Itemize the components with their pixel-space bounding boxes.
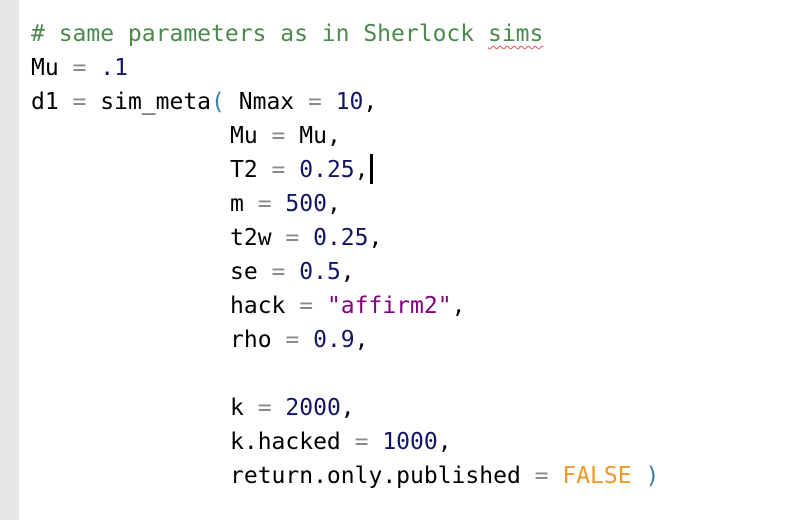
argument-name: m [230, 191, 244, 217]
arg-operator: = [285, 293, 327, 319]
numeric-value: 2000 [285, 395, 341, 421]
comma: , [363, 89, 378, 115]
assign-operator: = [58, 89, 101, 115]
string-value: "affirm2" [326, 293, 452, 319]
comma: , [437, 429, 452, 455]
comma: , [451, 293, 466, 319]
numeric-value: 0.25 [299, 157, 355, 183]
argument-name: k [230, 395, 244, 421]
numeric-value: .1 [100, 55, 128, 81]
arg-operator: = [257, 123, 300, 149]
comma: , [354, 327, 369, 353]
text-cursor [369, 154, 373, 184]
argument-name: hack [230, 293, 286, 319]
code-line-d1[interactable]: d1 = sim_meta( Nmax = 10, [31, 85, 377, 119]
arg-operator: = [271, 327, 314, 353]
code-line-mu[interactable]: Mu = .1 [31, 51, 128, 85]
code-line-arg-t2w[interactable]: t2w = 0.25, [230, 221, 382, 255]
comma: , [340, 259, 355, 285]
arg-operator: = [257, 157, 300, 183]
arg-operator: = [520, 463, 563, 489]
arg-operator: = [243, 191, 286, 217]
numeric-value: 0.25 [313, 225, 369, 251]
comment-text: # same parameters as in Sherlock [31, 21, 488, 47]
argument-name: t2w [230, 225, 272, 251]
comma: , [326, 123, 341, 149]
comma: , [354, 157, 369, 183]
function-name: sim_meta [100, 89, 212, 115]
variable-name: d1 [31, 89, 59, 115]
code-line-arg-t2[interactable]: T2 = 0.25, [230, 153, 373, 187]
code-line-arg-k[interactable]: k = 2000, [230, 391, 355, 425]
argument-name: Mu [230, 123, 258, 149]
arg-operator: = [257, 259, 300, 285]
open-paren: ( [211, 89, 225, 115]
argument-name: rho [230, 327, 272, 353]
argument-value: Mu [299, 123, 327, 149]
boolean-keyword: FALSE [562, 463, 632, 489]
comma: , [368, 225, 383, 251]
code-line-comment[interactable]: # same parameters as in Sherlock sims [31, 17, 543, 51]
editor-gutter [0, 0, 19, 520]
variable-name: Mu [31, 55, 59, 81]
numeric-value: 500 [285, 191, 327, 217]
code-line-arg-mu[interactable]: Mu = Mu, [230, 119, 341, 153]
code-line-arg-se[interactable]: se = 0.5, [230, 255, 355, 289]
comma: , [340, 395, 355, 421]
close-paren: ) [631, 463, 660, 489]
code-line-arg-rho[interactable]: rho = 0.9, [230, 323, 369, 357]
arg-operator: = [340, 429, 383, 455]
numeric-value: 10 [335, 89, 364, 115]
arg-operator: = [271, 225, 314, 251]
numeric-value: 0.9 [313, 327, 355, 353]
numeric-value: 0.5 [299, 259, 341, 285]
arg-operator: = [294, 89, 336, 115]
comma: , [326, 191, 341, 217]
code-line-arg-return-only-published[interactable]: return.only.published = FALSE ) [230, 459, 659, 493]
argument-name: Nmax [238, 89, 295, 115]
spellcheck-flagged-word[interactable]: sims [488, 21, 543, 47]
code-line-arg-k-hacked[interactable]: k.hacked = 1000, [230, 425, 452, 459]
argument-name: se [230, 259, 258, 285]
code-editor[interactable]: # same parameters as in Sherlock sims Mu… [19, 0, 808, 520]
code-line-arg-m[interactable]: m = 500, [230, 187, 341, 221]
assign-operator: = [58, 55, 101, 81]
argument-name: T2 [230, 157, 258, 183]
code-line-arg-hack[interactable]: hack = "affirm2", [230, 289, 465, 323]
arg-operator: = [243, 395, 286, 421]
argument-name: k.hacked [230, 429, 341, 455]
argument-name: return.only.published [230, 463, 521, 489]
numeric-value: 1000 [382, 429, 438, 455]
